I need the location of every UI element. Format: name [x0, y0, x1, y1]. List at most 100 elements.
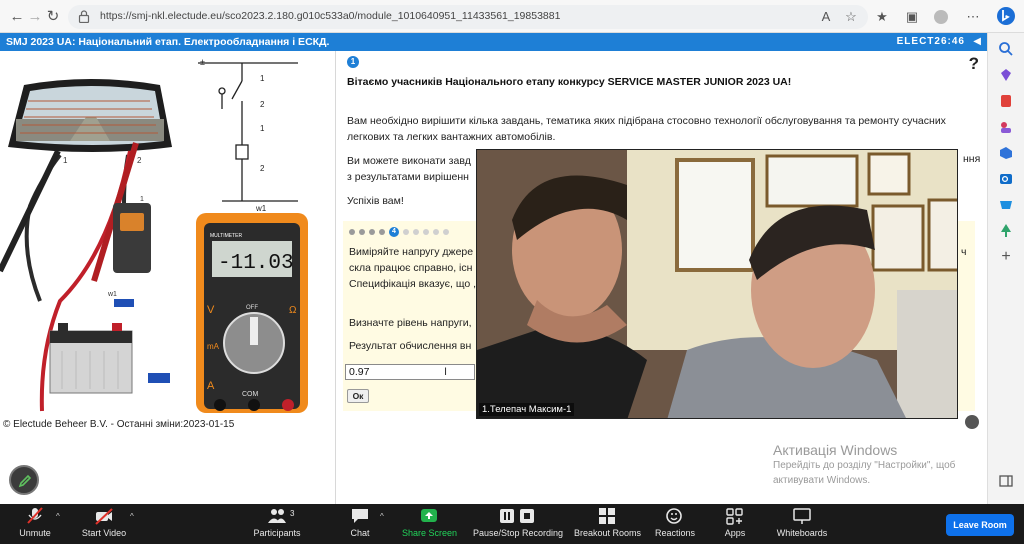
- ma-mode-label: mA: [207, 342, 220, 351]
- help-button[interactable]: ?: [969, 54, 979, 74]
- screen: ← → ↻ https://smj-nkl.electude.eu/sco202…: [0, 0, 1024, 544]
- forward-button[interactable]: →: [26, 8, 44, 26]
- video-options-caret[interactable]: ^: [130, 512, 134, 521]
- recording-button[interactable]: Pause/Stop Recording: [472, 507, 564, 538]
- favorites-icon[interactable]: ★: [874, 9, 890, 25]
- schematic-plus-label: ±: [200, 57, 205, 67]
- step-dot-current[interactable]: 4: [389, 227, 399, 237]
- step-dot[interactable]: [369, 229, 375, 235]
- intro-paragraph: Вам необхідно вирішити кілька завдань, т…: [347, 113, 967, 145]
- task-line-1-tail: ч: [961, 246, 967, 258]
- step-dot[interactable]: [443, 229, 449, 235]
- chat-icon: [352, 509, 368, 523]
- step-dot[interactable]: [403, 229, 409, 235]
- reactions-button[interactable]: Reactions: [654, 507, 696, 538]
- step-dot[interactable]: [349, 229, 355, 235]
- reactions-label: Reactions: [654, 528, 696, 538]
- unmute-button[interactable]: Unmute: [14, 507, 56, 538]
- chat-options-caret[interactable]: ^: [380, 512, 384, 521]
- more-menu-icon[interactable]: ⋯: [965, 9, 981, 25]
- step-dot[interactable]: [433, 229, 439, 235]
- games-icon[interactable]: [998, 119, 1014, 135]
- camera-off-icon: [95, 508, 113, 525]
- designer-icon[interactable]: [998, 197, 1014, 213]
- browser-sidebar: +: [987, 33, 1024, 504]
- circuit-schematic: [198, 62, 298, 202]
- audio-options-caret[interactable]: ^: [56, 512, 60, 521]
- shopping-icon[interactable]: [998, 67, 1014, 83]
- activation-line-1: Перейдіть до розділу "Настройки", щоб: [773, 460, 956, 471]
- step-dot[interactable]: [359, 229, 365, 235]
- reload-button[interactable]: ↻: [44, 8, 62, 26]
- activation-line-2: активувати Windows.: [773, 475, 871, 486]
- schematic-label-2a: 2: [260, 100, 265, 109]
- collections-icon[interactable]: ▣: [904, 9, 920, 25]
- microphone-muted-icon: [27, 507, 43, 524]
- connector-blue-2: [148, 373, 170, 383]
- intro-line-1: Вам необхідно вирішити кілька завдань, т…: [347, 115, 946, 127]
- apps-icon: [726, 508, 743, 525]
- tree-icon[interactable]: [998, 223, 1014, 239]
- participant-video[interactable]: 1.Телепач Максим-1: [476, 149, 958, 419]
- activation-title: Активація Windows: [773, 442, 898, 458]
- start-video-button[interactable]: Start Video: [80, 507, 128, 538]
- apps-label: Apps: [724, 528, 746, 538]
- edit-button[interactable]: [9, 465, 39, 495]
- outlook-icon[interactable]: [998, 171, 1014, 187]
- share-screen-button[interactable]: Share Screen: [402, 507, 458, 538]
- read-aloud-icon[interactable]: A: [818, 9, 834, 25]
- browser-toolbar: ← → ↻ https://smj-nkl.electude.eu/sco202…: [0, 0, 1024, 33]
- collapse-left-icon[interactable]: ◀: [973, 36, 981, 47]
- battery-image: [49, 323, 133, 394]
- schematic-label-2b: 2: [260, 164, 265, 173]
- greeting-heading: Вітаємо учасників Національного етапу ко…: [347, 76, 792, 88]
- connector-blue: [114, 299, 134, 307]
- favorite-add-icon[interactable]: ☆: [843, 9, 859, 25]
- address-bar[interactable]: https://smj-nkl.electude.eu/sco2023.2.18…: [68, 5, 868, 29]
- brand-timer: ELECT26:46: [897, 36, 965, 47]
- apps-button[interactable]: Apps: [722, 507, 748, 538]
- breakout-rooms-button[interactable]: Breakout Rooms: [574, 507, 641, 538]
- whiteboard-icon: [793, 508, 811, 524]
- bing-icon[interactable]: [996, 6, 1016, 26]
- chat-button[interactable]: Chat: [346, 507, 374, 538]
- task-line-2: скла працює справно, існ: [349, 262, 473, 274]
- share-screen-label: Share Screen: [402, 528, 458, 538]
- participant-name: 1.Телепач Максим-1: [479, 403, 575, 416]
- schematic-label-1b: 1: [260, 124, 265, 133]
- office-icon[interactable]: [998, 145, 1014, 161]
- amp-mode-label: A: [207, 380, 215, 392]
- step-number-badge: 1: [347, 56, 359, 68]
- instructions-line-1-tail: ння: [963, 153, 981, 165]
- breakout-rooms-icon: [599, 508, 615, 524]
- profile-avatar[interactable]: [934, 10, 948, 24]
- copyright-text: © Electude Beheer B.V. - Останні зміни:2…: [3, 419, 235, 430]
- step-dot[interactable]: [413, 229, 419, 235]
- course-title: SMJ 2023 UA: Національний етап. Електроо…: [6, 36, 330, 48]
- tools-icon[interactable]: [998, 93, 1014, 109]
- search-icon[interactable]: [998, 41, 1014, 57]
- app-header: SMJ 2023 UA: Національний етап. Електроо…: [0, 33, 987, 51]
- add-icon[interactable]: +: [998, 249, 1014, 265]
- answer-input[interactable]: [345, 364, 475, 380]
- video-frame: [477, 150, 957, 418]
- comment-icon[interactable]: [965, 415, 979, 429]
- start-video-label: Start Video: [81, 528, 127, 538]
- participants-button[interactable]: Participants: [252, 507, 302, 538]
- back-button[interactable]: ←: [8, 8, 26, 26]
- step-dot[interactable]: [379, 229, 385, 235]
- participants-label: Participants: [253, 528, 301, 538]
- share-screen-icon: [421, 509, 437, 522]
- sidebar-toggle-icon[interactable]: [998, 473, 1014, 489]
- chat-label: Chat: [350, 528, 370, 538]
- pencil-icon: [18, 474, 32, 488]
- step-dot[interactable]: [423, 229, 429, 235]
- whiteboards-button[interactable]: Whiteboards: [776, 507, 828, 538]
- switch-terminal-label: 1: [140, 196, 144, 203]
- terminal-1-label: 1: [63, 156, 68, 165]
- heater-symbol-icon: [120, 213, 144, 231]
- ok-button[interactable]: Ок: [347, 389, 369, 403]
- task-line-3: Специфікація вказує, що ,: [349, 278, 477, 290]
- leave-room-button[interactable]: Leave Room: [946, 514, 1014, 536]
- recording-label: Pause/Stop Recording: [472, 528, 564, 538]
